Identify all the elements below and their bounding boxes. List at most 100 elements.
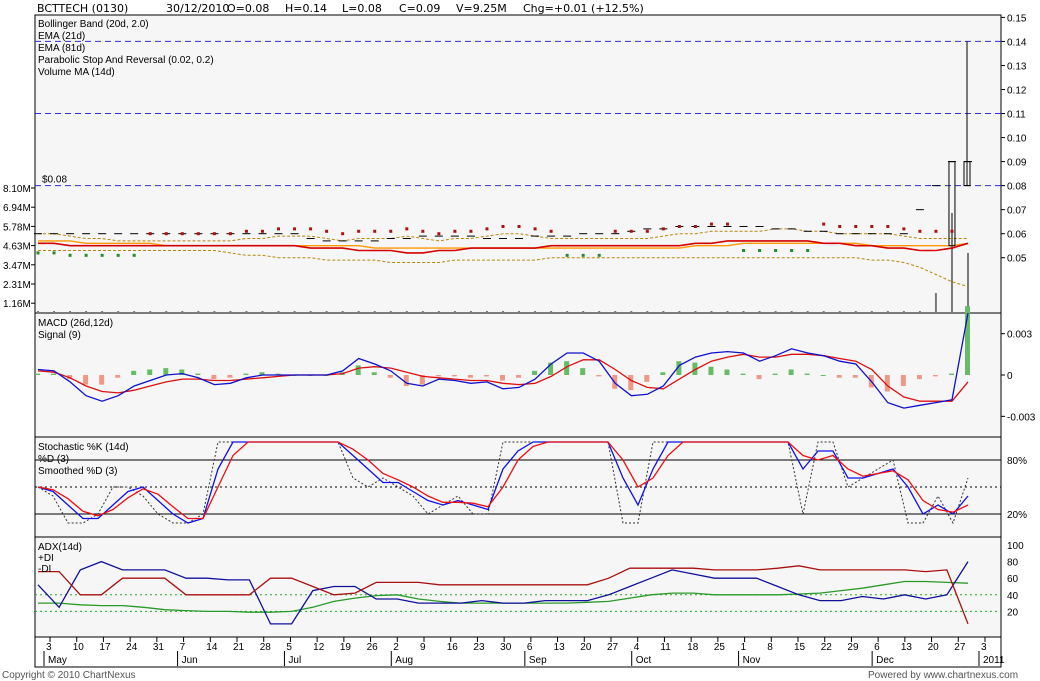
adx-panel <box>34 536 1002 638</box>
volume-bar <box>37 311 39 313</box>
sar-dot <box>52 251 56 255</box>
symbol: BCTTECH (0130) <box>37 2 128 15</box>
price-tick-label: 0.10 <box>1007 134 1027 145</box>
x-month-label: Dec <box>876 655 894 666</box>
x-day-label: 16 <box>447 642 459 653</box>
sar-dot <box>565 253 569 257</box>
volume-bar <box>790 311 793 313</box>
macd-histogram-bar <box>580 368 586 375</box>
x-month-label: May <box>48 655 67 666</box>
macd-histogram-bar <box>596 375 602 377</box>
x-day-label: 12 <box>313 642 325 653</box>
sar-dot <box>148 232 152 236</box>
quote-volume: V=9.25M <box>456 2 507 15</box>
price-tick-label: 0.12 <box>1007 86 1027 97</box>
volume-bar <box>854 311 857 313</box>
x-day-label: 3 <box>46 642 52 653</box>
volume-bar <box>341 311 344 313</box>
x-day-label: 30 <box>500 642 512 653</box>
x-day-label: 21 <box>233 642 245 653</box>
stoch-legend-entry: Smoothed %D (3) <box>38 466 117 477</box>
volume-bar <box>405 311 408 313</box>
sar-dot <box>838 224 842 228</box>
sar-dot <box>758 249 762 253</box>
volume-bar <box>197 311 200 313</box>
x-day-label: 27 <box>607 642 619 653</box>
volume-bar <box>101 311 104 313</box>
x-day-label: 17 <box>99 642 111 653</box>
sar-dot <box>501 224 505 228</box>
volume-tick-label: 6.94M <box>3 203 31 214</box>
price-tick-label: 0.06 <box>1007 230 1027 241</box>
volume-bar <box>245 311 248 313</box>
x-day-label: 20 <box>928 642 940 653</box>
level-label: $0.08 <box>42 175 67 186</box>
macd-histogram-bar <box>788 369 794 375</box>
macd-histogram-bar <box>211 375 217 380</box>
macd-histogram-bar <box>500 375 505 381</box>
sar-dot <box>822 222 826 226</box>
sar-dot <box>277 227 281 231</box>
x-day-label: 28 <box>260 642 272 653</box>
volume-bar <box>646 311 649 313</box>
macd-histogram-bar <box>772 373 778 375</box>
sar-dot <box>742 249 746 253</box>
x-day-label: 8 <box>767 642 773 653</box>
macd-histogram-bar <box>483 375 489 377</box>
macd-histogram-bar <box>916 375 922 380</box>
price-tick-label: 0.13 <box>1007 61 1027 72</box>
x-day-label: 6 <box>874 642 880 653</box>
sar-dot <box>645 229 649 233</box>
sar-dot <box>405 227 409 231</box>
x-day-label: 3 <box>981 642 987 653</box>
sar-dot <box>293 227 297 231</box>
sar-dot <box>709 222 713 226</box>
macd-histogram-bar <box>35 373 40 375</box>
volume-bar <box>229 311 232 313</box>
macd-tick-label: -0.003 <box>1007 412 1036 423</box>
macd-histogram-bar <box>371 372 377 375</box>
sar-dot <box>132 253 136 257</box>
volume-bar <box>902 311 905 313</box>
x-day-label: 1 <box>741 642 747 653</box>
x-day-label: 18 <box>687 642 699 653</box>
sar-dot <box>549 229 553 233</box>
volume-bar <box>838 311 841 313</box>
price-tick-label: 0.07 <box>1007 206 1027 217</box>
price-tick-label: 0.15 <box>1007 13 1027 24</box>
price-legend-entry: EMA (81d) <box>38 43 85 54</box>
sar-dot <box>790 249 794 253</box>
sar-dot <box>902 227 906 231</box>
quote-low: L=0.08 <box>342 2 382 15</box>
volume-bar <box>421 311 424 313</box>
x-day-label: 6 <box>527 642 533 653</box>
sar-dot <box>806 249 810 253</box>
price-legend-entry: Volume MA (14d) <box>38 67 115 78</box>
volume-tick-label: 5.78M <box>3 222 31 233</box>
sar-dot <box>453 229 457 233</box>
volume-tick-label: 3.47M <box>3 261 31 272</box>
volume-bar <box>934 293 937 313</box>
volume-bar <box>774 311 777 313</box>
volume-bar <box>85 311 88 313</box>
quote-high: H=0.14 <box>285 2 327 15</box>
macd-histogram-bar <box>195 373 201 375</box>
macd-histogram-bar <box>387 375 393 378</box>
volume-bar <box>758 311 761 313</box>
sar-dot <box>212 232 216 236</box>
sar-dot <box>581 253 585 257</box>
sar-dot <box>68 253 72 257</box>
volume-bar <box>726 311 729 313</box>
sar-dot <box>613 229 617 233</box>
volume-bar <box>181 311 184 313</box>
sar-dot <box>309 227 313 231</box>
volume-bar <box>742 311 745 313</box>
macd-histogram-bar <box>628 375 634 391</box>
x-day-label: 13 <box>901 642 913 653</box>
volume-bar <box>149 311 152 313</box>
volume-tick-label: 4.63M <box>3 242 31 253</box>
macd-histogram-bar <box>948 373 954 375</box>
sar-dot <box>437 232 441 236</box>
x-month-label: 2011 <box>983 655 1005 666</box>
volume-bar <box>309 311 312 313</box>
